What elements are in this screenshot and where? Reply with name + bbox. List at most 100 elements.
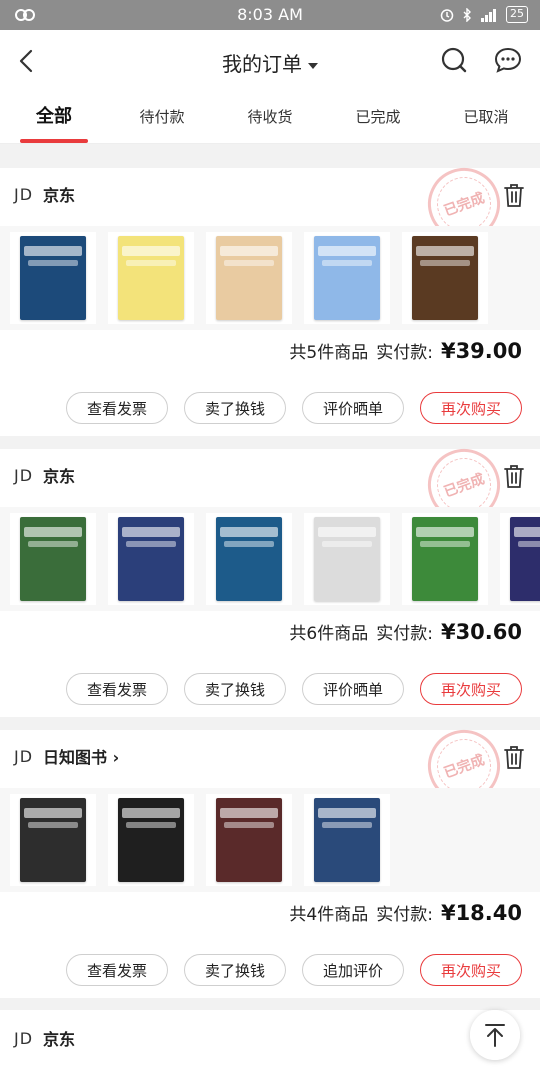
cover-subtitle-strip: [420, 260, 470, 266]
cover-subtitle-strip: [322, 260, 372, 266]
book-cover: [510, 517, 540, 601]
sell-button[interactable]: 卖了换钱: [184, 673, 286, 705]
message-icon[interactable]: [492, 44, 524, 76]
trash-icon[interactable]: [502, 182, 526, 208]
book-cover: [216, 798, 282, 882]
book-cover: [20, 236, 86, 320]
buy-again-button[interactable]: 再次购买: [420, 392, 522, 424]
status-icons: 25: [440, 6, 528, 23]
shop-name-text: 日知图书 ›: [43, 748, 120, 767]
bluetooth-icon: [463, 7, 471, 22]
order-card[interactable]: JD 京东 已完成 共5件商品 实付款: ¥39.00 查看发票 卖了换钱 评价…: [0, 157, 540, 436]
stamp-text: 已完成: [441, 752, 487, 782]
jd-logo: JD: [14, 746, 34, 766]
shop-name[interactable]: JD 日知图书 ›: [14, 744, 119, 768]
battery-indicator: 25: [506, 6, 528, 23]
order-price: ¥18.40: [440, 901, 522, 925]
shop-name[interactable]: JD 京东: [14, 463, 75, 487]
item-count: 共6件商品: [289, 624, 369, 644]
cover-title-strip: [318, 808, 376, 818]
cover-title-strip: [318, 246, 376, 256]
view-invoice-button[interactable]: 查看发票: [66, 392, 168, 424]
product-image[interactable]: [402, 232, 488, 324]
jd-logo: JD: [14, 465, 34, 485]
book-cover: [118, 517, 184, 601]
product-thumbnails[interactable]: [0, 226, 540, 330]
book-cover: [314, 798, 380, 882]
product-image[interactable]: [108, 513, 194, 605]
product-image[interactable]: [108, 232, 194, 324]
cover-subtitle-strip: [224, 541, 274, 547]
buy-again-button[interactable]: 再次购买: [420, 673, 522, 705]
cover-title-strip: [514, 527, 540, 537]
product-image[interactable]: [402, 513, 488, 605]
paid-label: 实付款:: [376, 905, 433, 925]
cover-title-strip: [24, 527, 82, 537]
review-button[interactable]: 评价晒单: [302, 673, 404, 705]
book-cover: [118, 236, 184, 320]
cover-subtitle-strip: [28, 260, 78, 266]
book-cover: [314, 236, 380, 320]
cover-subtitle-strip: [518, 541, 540, 547]
tab-completed[interactable]: 已完成: [324, 92, 432, 143]
product-thumbnails[interactable]: [0, 788, 540, 892]
product-image[interactable]: [108, 794, 194, 886]
item-count: 共4件商品: [289, 905, 369, 925]
add-review-button[interactable]: 追加评价: [302, 954, 404, 986]
product-image[interactable]: [304, 513, 390, 605]
cover-subtitle-strip: [28, 822, 78, 828]
shop-name-text: 京东: [43, 467, 76, 486]
product-image[interactable]: [304, 794, 390, 886]
order-tabs: 全部 待付款 待收货 已完成 已取消: [0, 92, 540, 144]
status-bar: 8:03 AM 25: [0, 0, 540, 30]
cover-subtitle-strip: [224, 822, 274, 828]
product-image[interactable]: [206, 232, 292, 324]
product-image[interactable]: [10, 794, 96, 886]
order-price: ¥30.60: [440, 620, 522, 644]
product-image[interactable]: [500, 513, 540, 605]
book-cover: [314, 517, 380, 601]
tab-pending-receipt[interactable]: 待收货: [216, 92, 324, 143]
scroll-to-top-button[interactable]: [470, 1010, 520, 1060]
order-card[interactable]: JD 日知图书 › 已完成 共4件商品 实付款: ¥18.40 查看发票 卖了换…: [0, 719, 540, 998]
order-summary: 共4件商品 实付款: ¥18.40: [289, 900, 522, 925]
view-invoice-button[interactable]: 查看发票: [66, 954, 168, 986]
cover-subtitle-strip: [126, 822, 176, 828]
sell-button[interactable]: 卖了换钱: [184, 954, 286, 986]
sell-button[interactable]: 卖了换钱: [184, 392, 286, 424]
book-cover: [20, 798, 86, 882]
book-cover: [412, 517, 478, 601]
product-image[interactable]: [10, 513, 96, 605]
paid-label: 实付款:: [376, 624, 433, 644]
product-image[interactable]: [10, 232, 96, 324]
trash-icon[interactable]: [502, 744, 526, 770]
tab-cancelled[interactable]: 已取消: [432, 92, 540, 143]
signal-icon: [481, 8, 496, 22]
book-cover: [20, 517, 86, 601]
cover-subtitle-strip: [322, 822, 372, 828]
view-invoice-button[interactable]: 查看发票: [66, 673, 168, 705]
tab-all[interactable]: 全部: [0, 92, 108, 143]
trash-icon[interactable]: [502, 463, 526, 489]
review-button[interactable]: 评价晒单: [302, 392, 404, 424]
order-actions: 查看发票 卖了换钱 追加评价 再次购买: [66, 954, 522, 986]
search-icon[interactable]: [438, 44, 470, 76]
cover-title-strip: [220, 808, 278, 818]
shop-name-text: 京东: [43, 1030, 76, 1049]
order-actions: 查看发票 卖了换钱 评价晒单 再次购买: [66, 392, 522, 424]
order-card[interactable]: JD 京东: [0, 1010, 540, 1080]
product-image[interactable]: [206, 513, 292, 605]
shop-name-text: 京东: [43, 186, 76, 205]
book-cover: [216, 517, 282, 601]
product-image[interactable]: [304, 232, 390, 324]
order-card[interactable]: JD 京东 已完成 共6件商品 实付款: ¥30.60 查看发票 卖了换钱 评价…: [0, 438, 540, 717]
order-price: ¥39.00: [440, 339, 522, 363]
shop-name[interactable]: JD 京东: [14, 182, 75, 206]
book-cover: [412, 236, 478, 320]
buy-again-button[interactable]: 再次购买: [420, 954, 522, 986]
product-thumbnails[interactable]: [0, 507, 540, 611]
order-summary: 共5件商品 实付款: ¥39.00: [289, 338, 522, 363]
product-image[interactable]: [206, 794, 292, 886]
shop-name[interactable]: JD 京东: [14, 1026, 75, 1050]
tab-pending-payment[interactable]: 待付款: [108, 92, 216, 143]
